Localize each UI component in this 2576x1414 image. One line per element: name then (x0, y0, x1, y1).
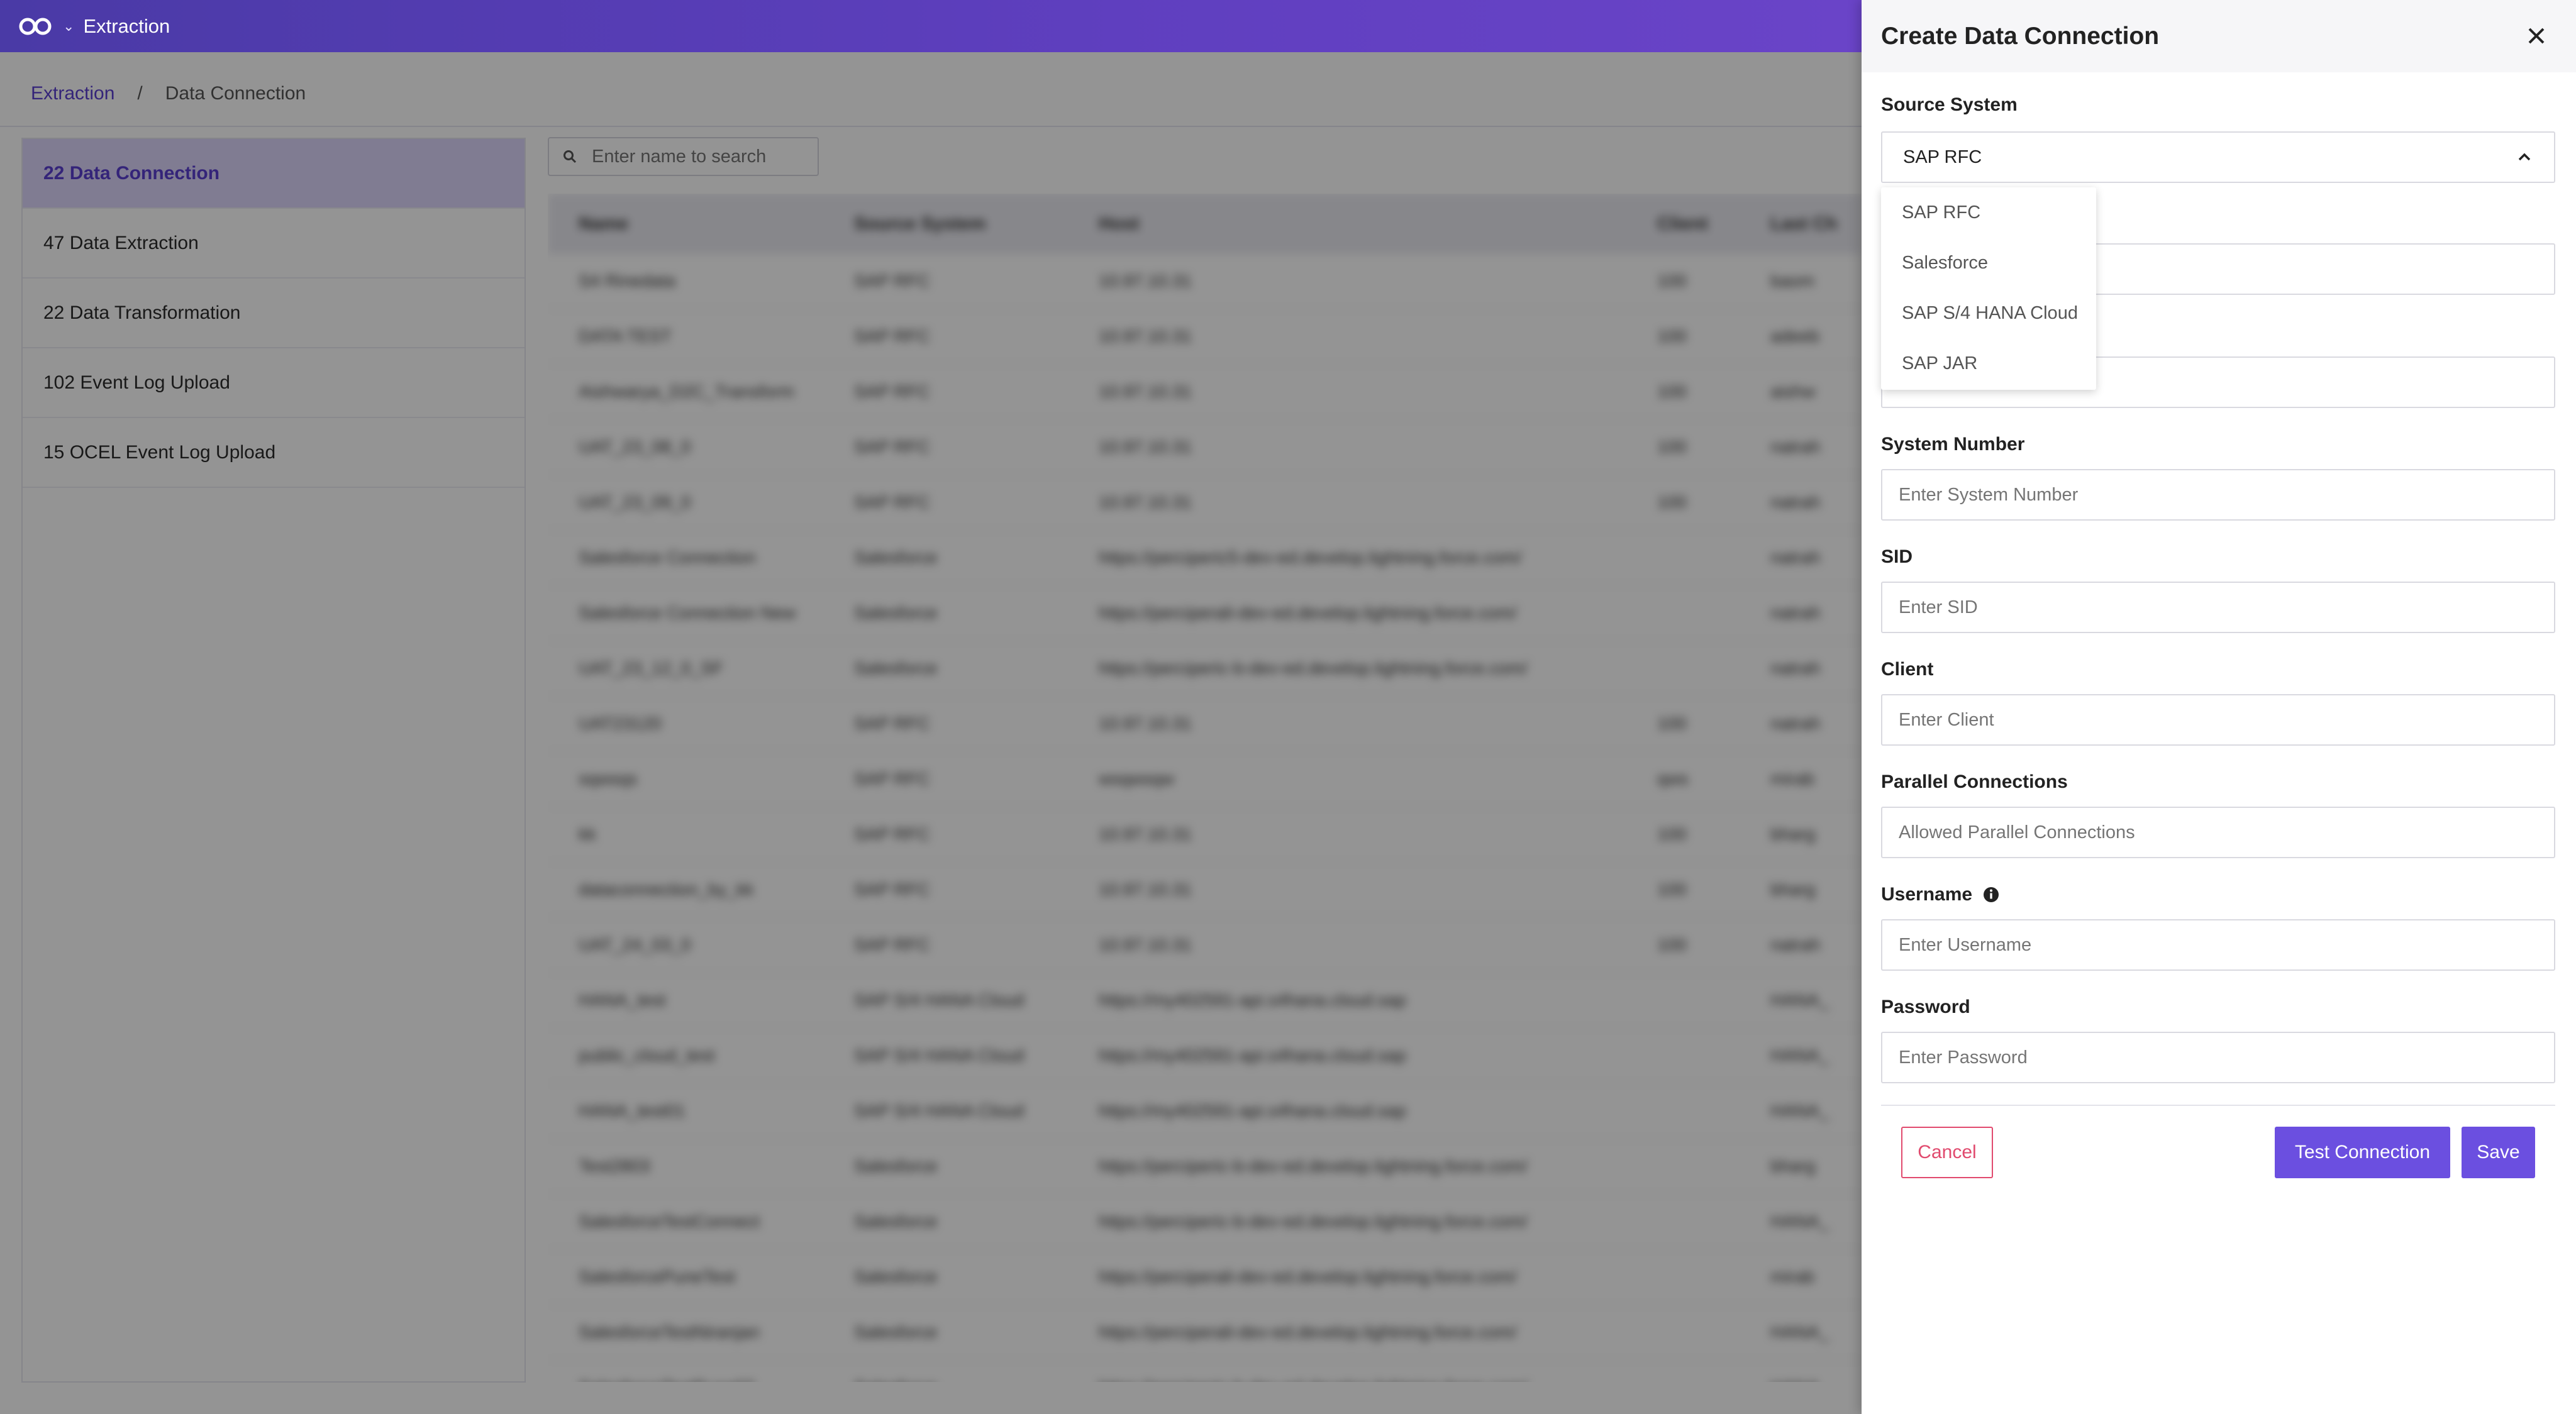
chevron-up-icon[interactable] (2516, 149, 2533, 165)
option-salesforce[interactable]: Salesforce (1881, 238, 2096, 288)
info-icon[interactable] (1982, 886, 2000, 903)
username-label-row: Username (1881, 884, 2000, 905)
option-sap-rfc[interactable]: SAP RFC (1881, 187, 2096, 238)
drawer-title: Create Data Connection (1881, 22, 2160, 50)
client-field[interactable] (1881, 694, 2555, 746)
drawer-header: Create Data Connection (1862, 0, 2576, 72)
sid-label: SID (1881, 546, 1913, 567)
parallel-connections-field[interactable] (1881, 807, 2555, 858)
system-number-label: System Number (1881, 434, 2025, 455)
top-navigation-bar: ⌄ Extraction (0, 0, 1862, 52)
password-field[interactable] (1881, 1032, 2555, 1083)
modal-backdrop[interactable] (0, 52, 1862, 1414)
source-system-dropdown: SAP RFC Salesforce SAP S/4 HANA Cloud SA… (1881, 187, 2096, 390)
username-field[interactable] (1881, 919, 2555, 971)
close-icon[interactable] (2526, 25, 2547, 47)
save-button[interactable]: Save (2462, 1127, 2535, 1178)
username-label: Username (1881, 884, 1973, 905)
option-sap-jar[interactable]: SAP JAR (1881, 338, 2096, 389)
parallel-connections-label: Parallel Connections (1881, 771, 2068, 792)
app-title: Extraction (83, 14, 170, 37)
system-number-field[interactable] (1881, 469, 2555, 521)
chevron-down-icon[interactable]: ⌄ (63, 18, 74, 35)
option-sap-s4-hana-cloud[interactable]: SAP S/4 HANA Cloud (1881, 288, 2096, 338)
sid-field[interactable] (1881, 582, 2555, 633)
password-label: Password (1881, 997, 1970, 1017)
source-system-value: SAP RFC (1903, 146, 1982, 167)
client-label: Client (1881, 659, 1934, 680)
form-divider (1881, 1105, 2555, 1106)
infinity-logo-icon[interactable] (18, 16, 54, 37)
cancel-button[interactable]: Cancel (1901, 1127, 1993, 1178)
source-system-select[interactable]: SAP RFC (1881, 131, 2555, 183)
create-data-connection-drawer: Create Data Connection Source System SAP… (1862, 0, 2576, 1414)
test-connection-button[interactable]: Test Connection (2275, 1127, 2450, 1178)
source-system-label: Source System (1881, 94, 2018, 115)
